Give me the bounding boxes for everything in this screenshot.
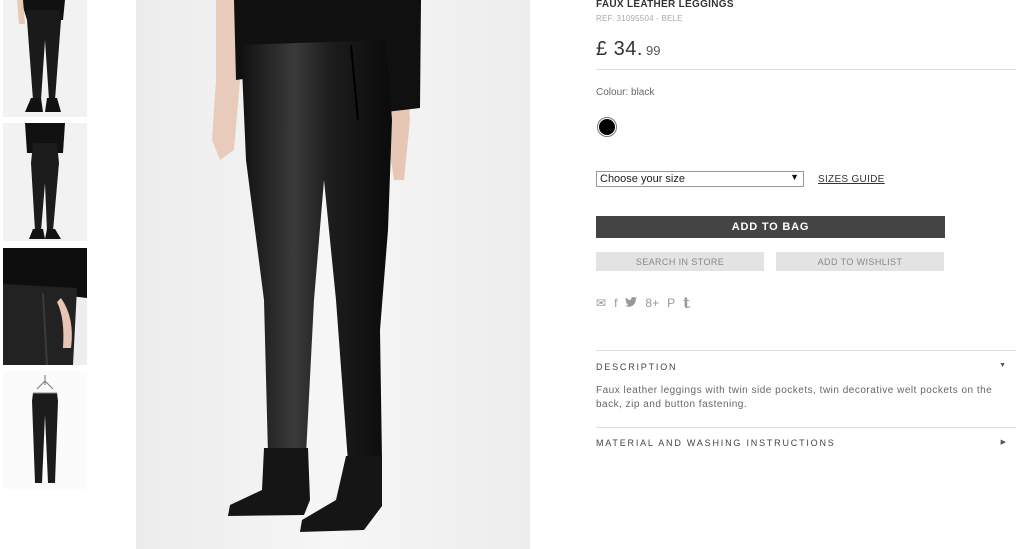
- twitter-icon[interactable]: [625, 295, 638, 311]
- product-title: FAUX LEATHER LEGGINGS: [596, 0, 734, 10]
- thumbnail-flat-view[interactable]: [3, 371, 87, 489]
- divider: [596, 427, 1016, 428]
- facebook-icon[interactable]: f: [614, 295, 617, 311]
- pinterest-icon[interactable]: P: [667, 295, 675, 311]
- add-to-wishlist-button[interactable]: ADD TO WISHLIST: [776, 252, 944, 271]
- google-plus-icon[interactable]: 8+: [645, 295, 659, 311]
- divider: [596, 350, 1016, 351]
- divider: [596, 69, 1016, 70]
- caret-down-icon: ▼: [999, 362, 1006, 369]
- share-icons: ✉ f 8+ P t: [596, 295, 690, 311]
- thumbnail-detail-view[interactable]: [3, 248, 87, 365]
- email-icon[interactable]: ✉: [596, 295, 606, 311]
- description-accordion-header[interactable]: DESCRIPTION ▼: [596, 362, 1006, 372]
- dropdown-arrow-icon: ▼: [790, 172, 799, 182]
- thumbnail-side-view[interactable]: [3, 123, 87, 241]
- caret-right-icon: ▶: [1000, 439, 1006, 446]
- colour-swatch-black[interactable]: [597, 117, 617, 137]
- main-product-photo: [136, 0, 530, 549]
- description-text: Faux leather leggings with twin side poc…: [596, 385, 993, 410]
- thumbnail-side-image: [3, 123, 87, 241]
- sizes-guide-link[interactable]: SIZES GUIDE: [818, 174, 885, 185]
- thumbnail-front-image: [3, 0, 87, 117]
- main-product-image: [136, 0, 530, 549]
- size-select-value: Choose your size: [600, 173, 685, 185]
- product-price: £ 34. 99: [596, 38, 660, 61]
- size-select[interactable]: Choose your size ▼: [596, 171, 804, 187]
- product-reference: REF. 31095504 - BELE: [596, 14, 683, 23]
- price-cents: 99: [645, 43, 661, 58]
- add-to-bag-button[interactable]: ADD TO BAG: [596, 216, 945, 238]
- material-title: MATERIAL AND WASHING INSTRUCTIONS: [596, 438, 836, 448]
- thumbnail-front-view[interactable]: [3, 0, 87, 117]
- colour-label: Colour: black: [596, 87, 655, 98]
- search-in-store-button[interactable]: SEARCH IN STORE: [596, 252, 764, 271]
- description-title: DESCRIPTION: [596, 362, 678, 372]
- thumbnail-detail-image: [3, 248, 87, 365]
- thumbnail-flat-image: [3, 371, 87, 489]
- price-main: £ 34.: [596, 38, 643, 60]
- swatch-dot: [599, 119, 615, 135]
- material-accordion-header[interactable]: MATERIAL AND WASHING INSTRUCTIONS ▶: [596, 438, 1006, 448]
- tumblr-icon[interactable]: t: [683, 295, 690, 311]
